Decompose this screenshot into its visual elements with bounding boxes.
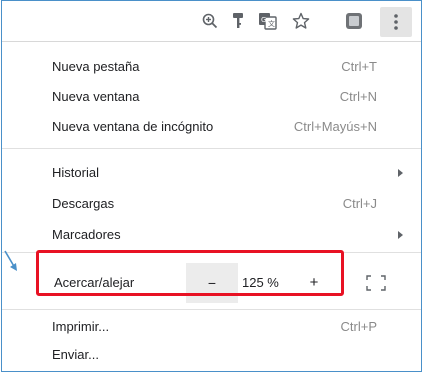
menu-item-label: Nueva pestaña (52, 59, 140, 74)
menu-item-shortcut: Ctrl+P (340, 319, 377, 334)
menu-item-new-tab[interactable]: Nueva pestaña Ctrl+T (2, 53, 421, 81)
pointer-arrow-icon (4, 250, 17, 271)
zoom-in-button[interactable]: + (302, 272, 326, 294)
zoom-row: Acercar/alejar − 125 % + (2, 263, 421, 303)
menu-button[interactable] (380, 7, 412, 37)
extension-icon[interactable] (342, 9, 366, 33)
menu-icon (394, 14, 398, 30)
menu-item-bookmarks[interactable]: Marcadores (2, 221, 421, 249)
fullscreen-icon[interactable] (366, 275, 386, 291)
menu-item-downloads[interactable]: Descargas Ctrl+J (2, 190, 421, 218)
submenu-arrow-icon (398, 231, 403, 239)
menu-item-shortcut: Ctrl+Mayús+N (293, 119, 377, 134)
menu-item-send[interactable]: Enviar... (2, 341, 421, 369)
menu-item-label: Imprimir... (52, 319, 110, 334)
translate-icon[interactable]: G 文 (256, 9, 280, 33)
browser-toolbar: G 文 (2, 1, 421, 42)
menu-item-label: Marcadores (52, 227, 121, 242)
menu-item-label: Descargas (52, 196, 115, 211)
svg-text:G: G (261, 16, 266, 24)
menu-separator (2, 252, 421, 253)
menu-separator (2, 309, 421, 310)
star-icon[interactable] (289, 9, 313, 33)
zoom-out-button[interactable]: − (186, 263, 238, 303)
menu-item-label: Nueva ventana de incógnito (52, 119, 214, 134)
menu-item-label: Enviar... (52, 347, 99, 362)
zoom-label: Acercar/alejar (54, 275, 135, 290)
menu-item-label: Nueva ventana (52, 89, 140, 104)
menu-item-shortcut: Ctrl+T (341, 59, 377, 74)
menu-item-shortcut: Ctrl+J (342, 196, 377, 211)
key-icon[interactable] (226, 9, 250, 33)
svg-text:文: 文 (268, 19, 275, 28)
zoom-out-label: − (207, 275, 217, 291)
menu-separator (2, 148, 421, 149)
menu-item-new-window[interactable]: Nueva ventana Ctrl+N (2, 83, 421, 111)
menu-item-label: Historial (52, 165, 99, 180)
menu-item-shortcut: Ctrl+N (339, 89, 377, 104)
menu-item-incognito[interactable]: Nueva ventana de incógnito Ctrl+Mayús+N (2, 113, 421, 141)
menu-item-history[interactable]: Historial (2, 159, 421, 187)
zoom-level: 125 % (242, 275, 279, 290)
zoom-icon[interactable] (198, 9, 222, 33)
browser-menu-window: G 文 Nueva pestaña Ctrl+T Nueva ventana C… (1, 0, 422, 372)
submenu-arrow-icon (398, 169, 403, 177)
menu-item-print[interactable]: Imprimir... Ctrl+P (2, 313, 421, 341)
